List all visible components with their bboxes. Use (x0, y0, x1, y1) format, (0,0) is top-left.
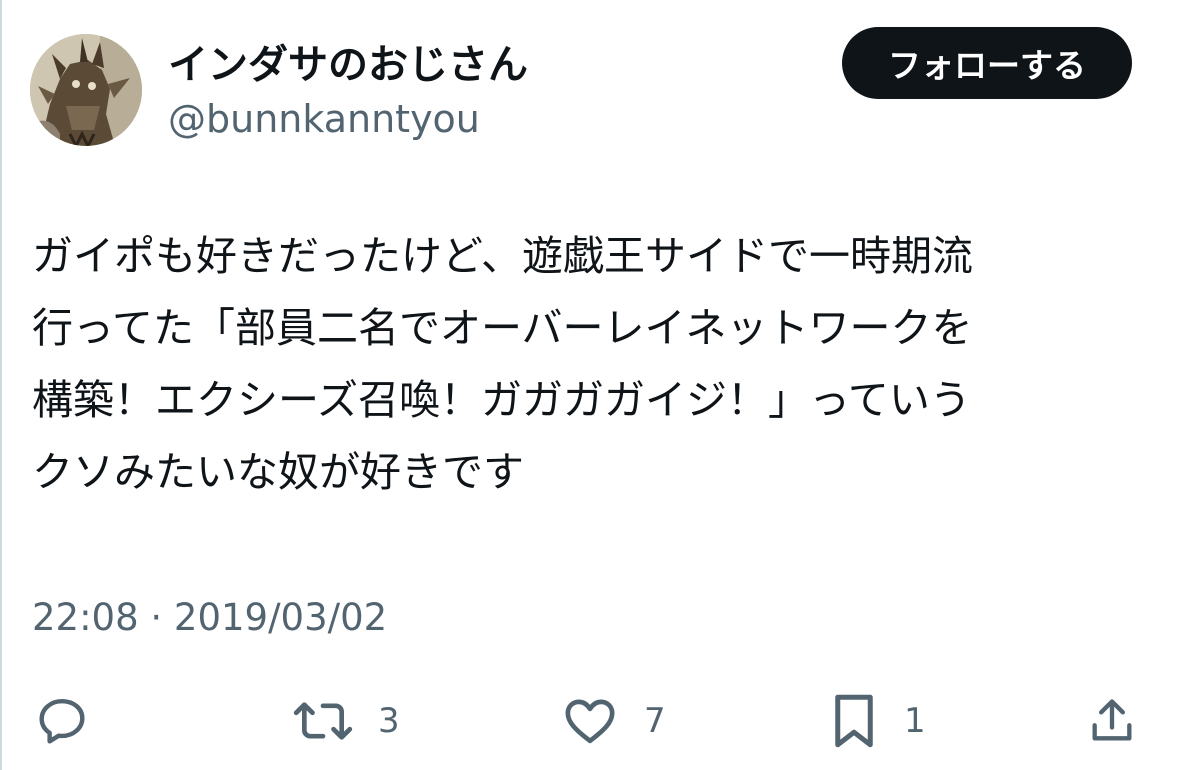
heart-icon (565, 699, 615, 744)
tweet-text-line: クソみたいな奴が好きです (32, 448, 524, 496)
share-icon (1092, 699, 1132, 741)
action-bar: 3 7 1 (2, 686, 1178, 756)
tweet-text-line: ガイポも好きだったけど、遊戯王サイドで一時期流 (32, 232, 973, 280)
bookmark-count: 1 (904, 701, 926, 741)
avatar[interactable] (30, 34, 142, 146)
tweet-timestamp[interactable]: 22:08 · 2019/03/02 (32, 594, 387, 642)
display-name[interactable]: インダサのおじさん (168, 40, 528, 90)
avatar-image (30, 34, 142, 146)
tweet-header: インダサのおじさん @bunnkanntyou フォローする (30, 27, 1140, 146)
bookmark-button[interactable]: 1 (828, 686, 926, 756)
reply-icon (39, 698, 85, 744)
tweet-text-line: 構築！エクシーズ召喚！ガガガガイジ！」っていう (32, 376, 971, 424)
like-button[interactable]: 7 (560, 686, 666, 756)
retweet-icon (293, 702, 353, 740)
tweet-text: ガイポも好きだったけど、遊戯王サイドで一時期流 行ってた「部員二名でオーバーレイ… (32, 220, 1142, 508)
retweet-count: 3 (378, 701, 400, 741)
user-handle[interactable]: @bunnkanntyou (168, 96, 480, 142)
retweet-button[interactable]: 3 (292, 686, 400, 756)
bookmark-icon (835, 694, 873, 748)
reply-button[interactable] (34, 686, 114, 756)
follow-button[interactable]: フォローする (842, 27, 1132, 99)
tweet-card: インダサのおじさん @bunnkanntyou フォローする ガイポも好きだった… (0, 0, 1178, 770)
share-button[interactable] (1086, 686, 1162, 756)
like-count: 7 (644, 701, 666, 741)
tweet-text-line: 行ってた「部員二名でオーバーレイネットワークを (32, 304, 973, 352)
